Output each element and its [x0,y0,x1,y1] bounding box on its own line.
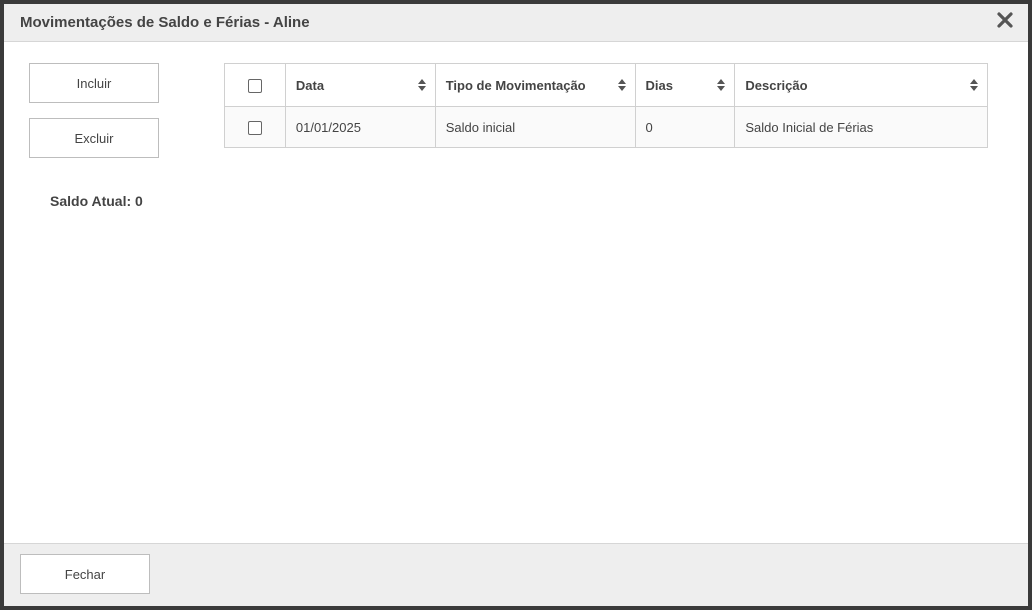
sort-icon[interactable] [617,78,627,92]
sort-icon[interactable] [969,78,979,92]
column-label: Descrição [745,77,808,93]
column-label: Data [295,77,325,93]
table-row[interactable]: 01/01/2025 Saldo inicial 0 Saldo Inicial… [224,106,988,148]
incluir-button[interactable]: Incluir [29,63,159,103]
column-header-tipo[interactable]: Tipo de Movimentação [434,63,636,107]
dialog: Movimentações de Saldo e Férias - Aline … [4,4,1028,606]
row-checkbox[interactable] [247,120,262,135]
cell-descricao: Saldo Inicial de Férias [734,106,988,148]
excluir-button[interactable]: Excluir [29,118,159,158]
sort-icon[interactable] [716,78,726,92]
sort-icon[interactable] [417,78,427,92]
movimentacoes-table: Data Tipo de Movimentação Dias Descrição [224,63,988,148]
close-icon[interactable] [996,11,1014,29]
fechar-button[interactable]: Fechar [20,554,150,594]
dialog-header: Movimentações de Saldo e Férias - Aline [4,4,1028,42]
column-header-descricao[interactable]: Descrição [734,63,988,107]
column-header-data[interactable]: Data [284,63,436,107]
dialog-title: Movimentações de Saldo e Férias - Aline [20,14,310,31]
saldo-atual: Saldo Atual: 0 [50,193,143,209]
select-all-checkbox[interactable] [247,78,262,93]
table-header-row: Data Tipo de Movimentação Dias Descrição [224,63,988,107]
column-header-dias[interactable]: Dias [634,63,736,107]
cell-tipo: Saldo inicial [434,106,636,148]
select-all-cell [224,63,286,107]
cell-data: 01/01/2025 [284,106,436,148]
column-label: Tipo de Movimentação [445,77,586,93]
dialog-footer: Fechar [4,543,1028,606]
row-select-cell [224,106,286,148]
cell-dias: 0 [634,106,736,148]
column-label: Dias [645,77,673,93]
